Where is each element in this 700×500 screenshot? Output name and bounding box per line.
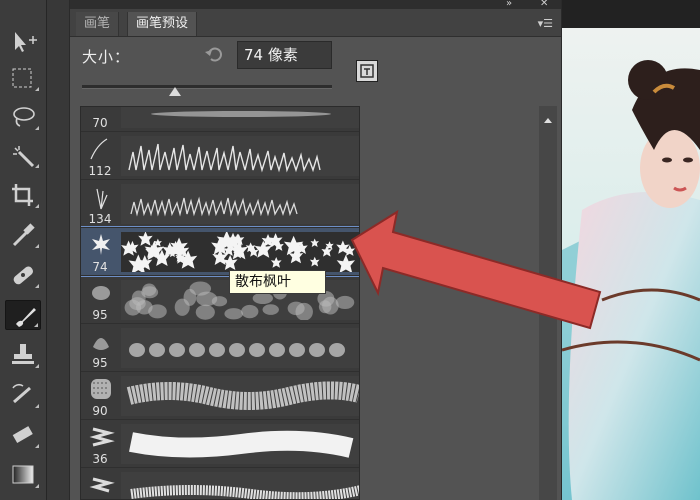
- brush-list-scrollbar[interactable]: [539, 106, 557, 500]
- brush-presets-panel: » ✕ 画笔 画笔预设 ▾☰ 大小： 74 像素 70 112 134 74 9…: [69, 0, 562, 500]
- move-tool[interactable]: [5, 26, 41, 56]
- tab-brush-presets[interactable]: 画笔预设: [127, 12, 198, 36]
- blob-mark: [249, 343, 265, 357]
- brush-preset-list: 70 112 134 74 95 95 90 36: [80, 106, 360, 500]
- collapse-panel-button[interactable]: »: [506, 0, 512, 9]
- blob-mark: [329, 343, 345, 357]
- brush-stroke-preview: [121, 376, 359, 416]
- brush-stroke-preview: [121, 424, 359, 464]
- blob-mark: [309, 343, 325, 357]
- blob-mark: [209, 343, 225, 357]
- brush-stroke-preview: [121, 136, 359, 176]
- reset-size-icon[interactable]: [204, 45, 224, 67]
- texture-brush-icon: [81, 468, 121, 499]
- panel-dock-gutter: [47, 0, 69, 500]
- brush-stroke-preview: [121, 184, 359, 224]
- panel-menu-icon[interactable]: ▾☰: [538, 17, 553, 30]
- close-panel-button[interactable]: ✕: [540, 0, 548, 9]
- tools-panel: [0, 0, 47, 500]
- brush-preset-row[interactable]: 36: [81, 419, 359, 468]
- blob-mark: [229, 343, 245, 357]
- blob-mark: [189, 343, 205, 357]
- brush-size-label: 95: [92, 356, 108, 370]
- brush-size-label: 90: [92, 404, 108, 418]
- blob-mark: [141, 286, 159, 299]
- marquee-tool[interactable]: [5, 63, 41, 93]
- brush-stroke-preview: [121, 107, 359, 128]
- brush-size-label: 70: [92, 116, 108, 130]
- panel-tab-bar: 画笔 画笔预设 ▾☰: [70, 9, 561, 37]
- artwork-image: [562, 28, 700, 500]
- blob-mark: [149, 343, 165, 357]
- blob-mark: [287, 301, 305, 316]
- brush-stroke-preview: [121, 230, 359, 275]
- blob-mark: [289, 343, 305, 357]
- pressure-control-button[interactable]: [356, 60, 378, 82]
- tab-brush[interactable]: 画笔: [76, 12, 120, 36]
- size-label: 大小：: [82, 48, 131, 66]
- brush-preset-row[interactable]: 95: [81, 323, 359, 372]
- leaf-mark: [270, 256, 282, 268]
- blob-mark: [252, 292, 273, 304]
- brush-preset-row-selected[interactable]: 74: [81, 226, 359, 277]
- leaf-mark: [310, 238, 319, 247]
- lasso-tool[interactable]: [5, 102, 41, 132]
- brush-preset-row[interactable]: 36: [81, 467, 359, 499]
- leaf-mark: [336, 254, 356, 274]
- scroll-up-arrow-icon[interactable]: [544, 118, 552, 123]
- crop-tool[interactable]: [5, 180, 41, 210]
- brush-name-tooltip: 散布枫叶: [229, 270, 326, 294]
- blob-mark: [129, 343, 145, 357]
- blob-mark: [169, 343, 185, 357]
- brush-preset-row[interactable]: 90: [81, 371, 359, 420]
- brush-size-label: 112: [88, 164, 112, 178]
- brush-size-label: 134: [88, 212, 112, 226]
- leaf-mark: [309, 256, 320, 267]
- panel-header-bar: » ✕: [70, 0, 561, 9]
- blob-mark: [335, 295, 355, 309]
- brush-size-label: 74: [92, 260, 108, 274]
- history-brush-tool[interactable]: [5, 380, 41, 410]
- blob-mark: [224, 308, 244, 320]
- blob-mark: [262, 304, 279, 315]
- document-canvas[interactable]: [562, 0, 700, 500]
- brush-preset-row[interactable]: 134: [81, 179, 359, 228]
- blob-mark: [174, 298, 190, 316]
- size-input[interactable]: 74 像素: [237, 41, 332, 69]
- blob-mark: [318, 300, 332, 314]
- leaf-mark: [138, 231, 153, 246]
- brush-preset-row[interactable]: 70: [81, 107, 359, 132]
- brush-tool[interactable]: [5, 300, 41, 330]
- blob-mark: [136, 300, 153, 315]
- healing-brush-tool[interactable]: [5, 260, 41, 290]
- size-slider-thumb[interactable]: [168, 87, 181, 96]
- brush-stroke-preview: [121, 472, 359, 499]
- brush-size-label: 36: [92, 452, 108, 466]
- brush-stroke-preview: [121, 328, 359, 368]
- clone-stamp-tool[interactable]: [5, 340, 41, 370]
- brush-size-label: 95: [92, 308, 108, 322]
- eraser-tool[interactable]: [5, 420, 41, 450]
- brush-preset-row[interactable]: 112: [81, 131, 359, 180]
- blob-mark: [241, 304, 259, 319]
- blob-mark: [211, 296, 228, 307]
- blob-mark: [195, 304, 215, 320]
- blob-mark: [269, 343, 285, 357]
- size-slider-track[interactable]: [82, 85, 332, 89]
- magic-wand-tool[interactable]: [5, 140, 41, 170]
- gradient-tool[interactable]: [5, 460, 41, 490]
- eyedropper-tool[interactable]: [5, 220, 41, 250]
